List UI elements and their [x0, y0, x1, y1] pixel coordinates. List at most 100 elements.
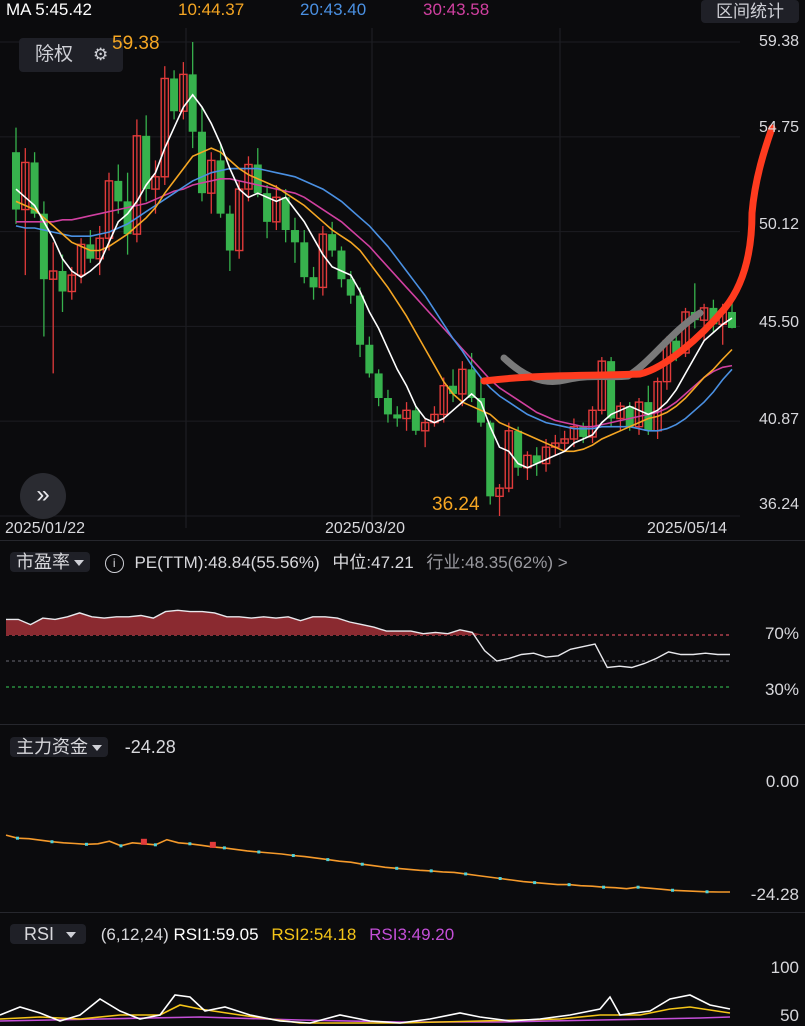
fund-zero-label: 0.00 — [765, 772, 799, 791]
x-axis-label: 2025/05/14 — [647, 520, 728, 537]
candle-body — [374, 373, 383, 399]
candle-body — [346, 279, 355, 296]
candle-body — [216, 160, 225, 214]
rsi-header: RSI (6,12,24) RSI1:59.05 RSI2:54.18 RSI3… — [10, 917, 800, 951]
caret-down-icon — [74, 560, 84, 567]
pe-industry-link[interactable]: 行业:48.35(62%) > — [426, 553, 567, 572]
ma-legend: MA 5:45.42 10:44.37 20:43.40 30:43.58 — [0, 0, 805, 24]
ma30-label: 30:43.58 — [423, 0, 490, 19]
adjust-button[interactable]: 除权 ⚙ — [19, 38, 123, 72]
fund-marker — [602, 885, 606, 889]
candle-body — [86, 244, 95, 259]
y-axis-label: 59.38 — [758, 33, 799, 50]
fund-marker — [395, 866, 399, 870]
caret-down-icon — [92, 745, 102, 752]
candle-body — [170, 78, 179, 112]
candle-body — [607, 361, 616, 419]
divider — [0, 912, 805, 913]
fund-marker — [291, 854, 295, 858]
fund-marker — [84, 842, 88, 846]
pe-header: 市盈率 i PE(TTM):48.84(55.56%) 中位:47.21 行业:… — [10, 545, 800, 579]
candle-body — [290, 230, 299, 243]
fund-marker — [50, 840, 54, 844]
fund-marker — [498, 877, 502, 881]
candle-body — [58, 271, 67, 292]
fund-marker — [188, 842, 192, 846]
rsi3-value: RSI3:49.20 — [369, 925, 455, 944]
candle-body — [114, 180, 123, 202]
y-axis-label: 45.50 — [758, 314, 799, 331]
candle-body — [625, 406, 634, 427]
fund-marker — [671, 888, 675, 892]
y-axis-label: 50.12 — [758, 216, 799, 233]
pe-70-label: 70% — [764, 624, 799, 643]
fund-marker-red — [209, 841, 216, 848]
fund-marker — [636, 885, 640, 889]
fund-marker — [360, 862, 364, 866]
x-axis-label: 2025/03/20 — [325, 520, 406, 537]
fund-marker — [326, 858, 330, 862]
fund-marker — [567, 883, 571, 887]
candle-body — [225, 213, 234, 251]
pe-ttm-text: PE(TTM):48.84(55.56%) — [134, 553, 320, 572]
fund-indicator-label: 主力资金 — [16, 737, 88, 757]
candle-body — [309, 277, 318, 288]
candlestick-chart[interactable] — [0, 28, 805, 540]
y-axis-label: 36.24 — [758, 496, 799, 513]
candle-body — [328, 234, 337, 251]
pe-indicator-dropdown[interactable]: 市盈率 — [10, 552, 90, 572]
range-stats-button[interactable]: 区间统计 — [701, 0, 799, 23]
caret-down-icon — [66, 932, 77, 939]
fund-marker — [222, 846, 226, 850]
fund-marker — [119, 844, 123, 848]
pe-chart — [6, 609, 730, 688]
fund-flow-chart — [5, 834, 730, 894]
candle-body — [514, 430, 523, 468]
rsi-chart — [0, 994, 731, 1024]
ma5-label: MA 5:45.42 — [6, 0, 93, 19]
y-axis-label: 54.75 — [758, 119, 799, 136]
candle-body — [393, 414, 402, 419]
candle-body — [356, 295, 365, 345]
rsi-indicator-dropdown[interactable]: RSI — [10, 924, 87, 944]
fund-marker — [705, 890, 709, 894]
candle-body — [188, 74, 197, 132]
divider — [0, 724, 805, 725]
fund-marker-red — [140, 838, 147, 845]
fund-marker — [153, 843, 157, 847]
adjust-label: 除权 — [35, 44, 74, 65]
fund-marker — [15, 836, 19, 840]
rsi-params: (6,12,24) — [100, 925, 169, 944]
candle-body — [644, 402, 653, 431]
ma20-label: 20:43.40 — [300, 0, 367, 19]
pe-indicator-label: 市盈率 — [16, 552, 70, 572]
candle-body — [411, 410, 420, 431]
ma30-line — [16, 178, 733, 428]
fund-line — [5, 834, 730, 893]
double-chevron-right-icon[interactable]: » — [20, 473, 66, 519]
rsi1-value: RSI1:59.05 — [173, 925, 259, 944]
fund-marker — [533, 881, 537, 885]
fund-marker — [257, 850, 261, 854]
fund-indicator-dropdown[interactable]: 主力资金 — [10, 737, 108, 757]
x-axis-label: 2025/01/22 — [5, 520, 86, 537]
y-axis-label: 40.87 — [758, 411, 799, 428]
info-icon[interactable]: i — [104, 554, 124, 574]
divider — [0, 540, 805, 541]
pe-median-text: 中位:47.21 — [332, 553, 414, 572]
rsi-100-label: 100 — [770, 958, 799, 977]
annotation-red-stroke — [480, 124, 776, 385]
high-price-annotation: 59.38 — [112, 33, 160, 54]
fund-marker — [429, 869, 433, 873]
rsi-indicator-label: RSI — [24, 924, 55, 944]
candle-body — [12, 152, 20, 210]
pe-high-area — [6, 610, 730, 635]
candle-body — [365, 344, 374, 374]
pe-30-label: 30% — [764, 680, 799, 699]
gear-icon[interactable]: ⚙ — [93, 38, 108, 72]
rsi2-value: RSI2:54.18 — [271, 925, 357, 944]
ma10-label: 10:44.37 — [178, 0, 245, 19]
candle-body — [383, 398, 392, 415]
candle-body — [39, 213, 48, 280]
candle-body — [337, 250, 346, 280]
